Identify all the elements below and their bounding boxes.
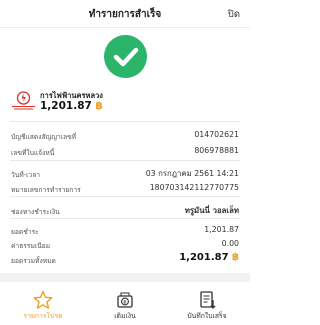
baht-currency-icon: ฿ — [95, 100, 103, 112]
save-receipt-button[interactable]: บันทึกใบเสร็จ — [167, 282, 247, 325]
detail-label-total: ยอดรวมทั้งหมด — [11, 257, 56, 265]
topup-label: เติมเงิน — [114, 312, 136, 320]
detail-value-total: 1,201.87 ฿ — [179, 252, 239, 263]
detail-label-payment-channel: ช่องทางชำระเงิน — [11, 208, 60, 216]
biller-amount: 1,201.87 ฿ — [40, 100, 103, 112]
biller-amount-value: 1,201.87 — [40, 100, 92, 112]
detail-label-payment-amount: ยอดชำระ — [11, 228, 39, 236]
detail-value-transaction-id: 180703142112770775 — [149, 183, 239, 192]
favorite-button[interactable]: รายการโปรด — [3, 282, 83, 325]
detail-value-invoice: 806978881 — [194, 146, 239, 155]
divider — [10, 121, 240, 122]
biller-logo — [11, 91, 36, 113]
detail-label-transaction-id: หมายเลขการทำรายการ — [11, 186, 81, 194]
topup-icon: ฿ — [117, 292, 133, 308]
detail-label-invoice: เลขที่ใบแจ้งหนี้ — [11, 149, 55, 157]
detail-label-datetime: วันที่-เวลา — [11, 171, 41, 179]
topup-button[interactable]: ฿ เติมเงิน — [85, 282, 165, 325]
baht-currency-icon: ฿ — [232, 252, 239, 263]
svg-text:฿: ฿ — [123, 300, 126, 306]
close-button[interactable]: ปิด — [228, 7, 240, 22]
save-receipt-label: บันทึกใบเสร็จ — [187, 312, 227, 320]
detail-value-fee: 0.00 — [221, 239, 239, 248]
page-title: ทำรายการสำเร็จ — [88, 9, 162, 20]
divider — [10, 160, 240, 161]
save-receipt-icon — [200, 291, 216, 309]
favorite-label: รายการโปรด — [23, 312, 63, 320]
bottom-divider-band — [0, 273, 250, 282]
detail-value-datetime: 03 กรกฎาคม 2561 14:21 — [145, 169, 239, 178]
divider — [10, 196, 240, 197]
bottom-action-bar: รายการโปรด ฿ เติมเงิน บันทึกใบเสร็จ — [0, 282, 250, 325]
detail-label-fee: ค่าธรรมเนียม — [11, 242, 51, 250]
detail-value-payment-channel: ทรูมันนี่ วอลเล็ท — [184, 206, 239, 215]
detail-value-account: 014702621 — [194, 130, 239, 139]
divider — [10, 218, 240, 219]
star-icon — [33, 290, 53, 309]
success-check-icon — [104, 35, 147, 78]
total-amount: 1,201.87 — [179, 252, 229, 263]
detail-label-account: บัญชีแสดงสัญญาเลขที่ — [11, 133, 77, 141]
detail-value-payment-amount: 1,201.87 — [204, 225, 239, 234]
